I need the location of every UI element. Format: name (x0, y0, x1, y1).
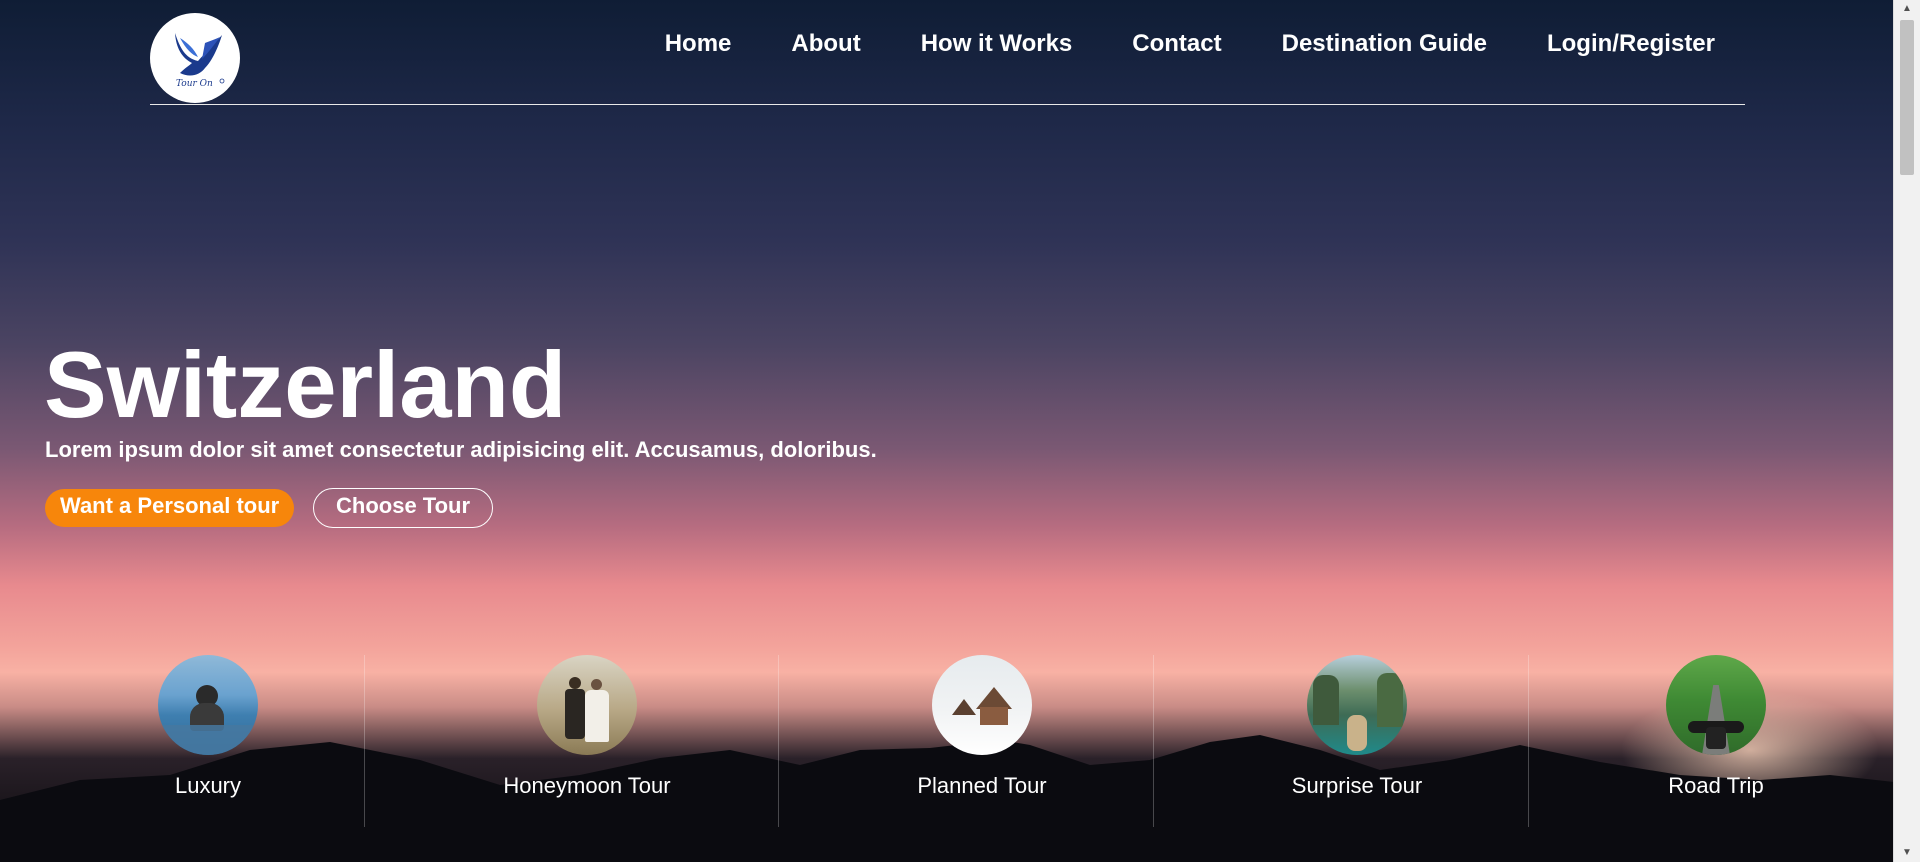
tour-label: Surprise Tour (1291, 773, 1423, 798)
hero-subtitle: Lorem ipsum dolor sit amet consectetur a… (45, 437, 877, 462)
vertical-scrollbar[interactable]: ▲ ▼ (1893, 0, 1920, 862)
hero-title: Switzerland (44, 332, 567, 437)
personal-tour-button[interactable]: Want a Personal tour (45, 489, 295, 527)
scroll-down-icon[interactable]: ▼ (1894, 844, 1920, 862)
brand-logo[interactable]: Tour On (150, 13, 240, 103)
scroll-up-icon[interactable]: ▲ (1894, 0, 1920, 18)
tour-surprise[interactable]: Surprise Tour (1257, 655, 1457, 799)
pool-photo (158, 655, 258, 755)
nav-about[interactable]: About (791, 30, 860, 58)
boat-photo (1307, 655, 1407, 755)
tour-label: Planned Tour (917, 773, 1047, 798)
tour-label: Luxury (174, 773, 242, 798)
main-nav: Home About How it Works Contact Destinat… (605, 30, 1715, 58)
tour-label: Road Trip (1668, 773, 1764, 798)
snow-cabin-photo (932, 655, 1032, 755)
divider (778, 655, 779, 827)
logo-text: Tour On (176, 79, 213, 89)
couple-photo (537, 655, 637, 755)
scroll-thumb[interactable] (1900, 20, 1914, 175)
tour-road-trip[interactable]: Road Trip (1616, 655, 1816, 799)
nav-destination-guide[interactable]: Destination Guide (1282, 30, 1487, 58)
motorbike-road-photo (1666, 655, 1766, 755)
divider (364, 655, 365, 827)
divider (1528, 655, 1529, 827)
tour-honeymoon[interactable]: Honeymoon Tour (487, 655, 687, 799)
nav-home[interactable]: Home (665, 30, 732, 58)
divider (1153, 655, 1154, 827)
tour-planned[interactable]: Planned Tour (882, 655, 1082, 799)
tour-label: Honeymoon Tour (503, 773, 671, 798)
tour-luxury[interactable]: Luxury (108, 655, 308, 799)
nav-login-register[interactable]: Login/Register (1547, 30, 1715, 58)
site-header: Tour On Home About How it Works Contact … (150, 0, 1745, 105)
choose-tour-button[interactable]: Choose Tour (313, 488, 494, 528)
bird-logo-icon (175, 33, 225, 84)
nav-contact[interactable]: Contact (1132, 30, 1221, 58)
nav-how-it-works[interactable]: How it Works (921, 30, 1073, 58)
